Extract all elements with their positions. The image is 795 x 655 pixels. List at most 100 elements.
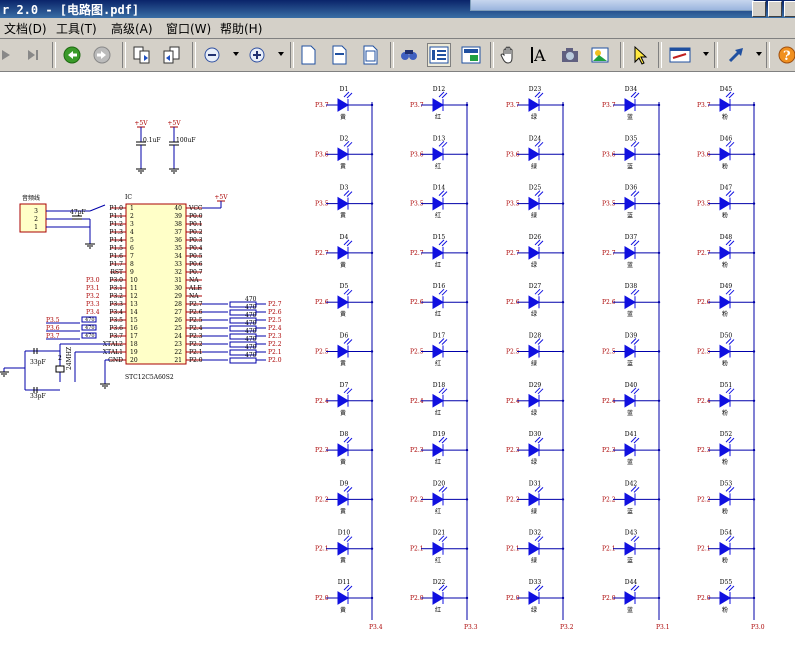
pointer-icon[interactable] (628, 43, 652, 67)
menu-advanced[interactable]: 高级(A) (111, 20, 153, 37)
led-color-label: 粉 (722, 261, 728, 269)
pin-name: GND (108, 357, 123, 364)
two-page-icon[interactable] (130, 43, 154, 67)
led-diode (719, 98, 731, 112)
led-diode (528, 344, 540, 359)
crystal (55, 365, 65, 373)
photo-icon[interactable] (588, 43, 612, 67)
pin-name: P3.3 (109, 301, 123, 308)
power-label: +5V (167, 120, 181, 127)
pin-number: 26 (174, 317, 182, 324)
junction-dot (561, 399, 565, 402)
led-diode (528, 295, 540, 310)
pin-name: P0.5 (189, 253, 203, 260)
led-designator: D5 (340, 283, 349, 290)
page-icon[interactable] (296, 43, 320, 67)
net-label: P3.2 (86, 293, 100, 300)
resistor-value: 470 (85, 317, 95, 323)
led-color-label: 绿 (531, 212, 537, 220)
led-diode (432, 393, 444, 408)
pin-name: P0.3 (189, 237, 203, 244)
page-fit-icon[interactable] (358, 43, 382, 67)
menu-help[interactable]: 帮助(H) (220, 20, 262, 37)
led-color-label: 粉 (722, 458, 728, 466)
image-view-icon[interactable] (459, 43, 483, 67)
zoom-out-icon[interactable] (200, 43, 224, 67)
led-diode (432, 295, 444, 310)
menu-tools[interactable]: 工具(T) (56, 20, 97, 37)
junction-dot (752, 251, 756, 255)
led-color-label: 绿 (531, 360, 537, 368)
document-view[interactable]: +5V 0.1uF +5V 100uF 音频线 3 2 1 47pF IC STC12C5A60S2… (0, 72, 795, 655)
zoom-in-icon[interactable] (245, 43, 269, 67)
led-color-label: 绿 (531, 261, 537, 269)
pin-name: P1.1 (109, 213, 123, 220)
junction-dot (752, 399, 756, 402)
pin-number: 25 (174, 325, 182, 332)
led-color-label: 蓝 (627, 458, 633, 466)
pin-number: 33 (174, 261, 182, 268)
text-view-icon[interactable] (427, 43, 451, 67)
led-color-label: 红 (435, 458, 441, 466)
resistor-value: 470 (245, 352, 257, 359)
junction-dot (752, 350, 756, 353)
pin-name: P0.0 (189, 213, 203, 220)
junction-dot (561, 448, 565, 452)
maximize-button[interactable] (768, 1, 782, 17)
led-color-label: 红 (435, 360, 441, 368)
led-designator: D8 (340, 431, 349, 438)
led-color-label: 黄 (340, 261, 346, 269)
select-text-icon[interactable]: A (528, 43, 552, 67)
net-label: P2.5 (268, 317, 282, 324)
led-color-label: 红 (435, 557, 441, 565)
link-dropdown[interactable] (703, 52, 709, 56)
forward-icon[interactable] (90, 43, 114, 67)
audio-pin-number: 3 (34, 208, 38, 215)
arrow-tool-icon[interactable] (724, 43, 748, 67)
led-color-label: 黄 (340, 409, 346, 417)
pin-name: P0.7 (189, 269, 203, 276)
minimize-button[interactable] (752, 1, 766, 17)
junction-dot (752, 498, 756, 501)
led-diode (528, 541, 540, 556)
led-color-label: 黄 (340, 162, 346, 170)
hand-icon[interactable] (497, 43, 521, 67)
power-label: +5V (214, 194, 228, 201)
led-color-label: 红 (435, 409, 441, 417)
back-icon[interactable] (60, 43, 84, 67)
junction-dot (752, 153, 756, 156)
net-label: P3.3 (86, 301, 100, 308)
last-page-icon[interactable] (21, 43, 45, 67)
junction-dot (465, 596, 469, 600)
pin-number: 8 (130, 261, 134, 268)
link-icon[interactable] (668, 43, 692, 67)
junction-dot (370, 350, 374, 353)
pin-name: P3.1 (109, 285, 123, 292)
snapshot-icon[interactable] (558, 43, 582, 67)
audio-pin-number: 2 (34, 216, 38, 223)
page-width-icon[interactable] (327, 43, 351, 67)
find-icon[interactable] (397, 43, 421, 67)
menu-document[interactable]: 文档(D) (4, 20, 47, 37)
close-button[interactable] (784, 1, 795, 17)
zoom-in-dropdown[interactable] (278, 52, 284, 56)
net-label: P2.4 (268, 325, 282, 332)
led-diode (719, 344, 731, 359)
play-icon[interactable] (0, 43, 18, 67)
pin-number: 13 (130, 301, 138, 308)
column-bus-label: P3.0 (751, 624, 765, 631)
arrow-tool-dropdown[interactable] (756, 52, 762, 56)
menu-window[interactable]: 窗口(W) (166, 20, 211, 37)
facing-icon[interactable] (160, 43, 184, 67)
led-diode (337, 196, 349, 211)
pin-number: 39 (174, 213, 182, 220)
pin-number: 7 (130, 253, 134, 260)
title-bar-tab (470, 0, 754, 11)
junction-dot (657, 251, 661, 255)
help-icon[interactable]: ? (775, 43, 795, 67)
zoom-out-dropdown[interactable] (233, 52, 239, 56)
pin-number: 18 (130, 341, 138, 348)
led-diode (432, 147, 444, 162)
led-color-label: 黄 (340, 458, 346, 466)
junction-dot (370, 251, 374, 255)
